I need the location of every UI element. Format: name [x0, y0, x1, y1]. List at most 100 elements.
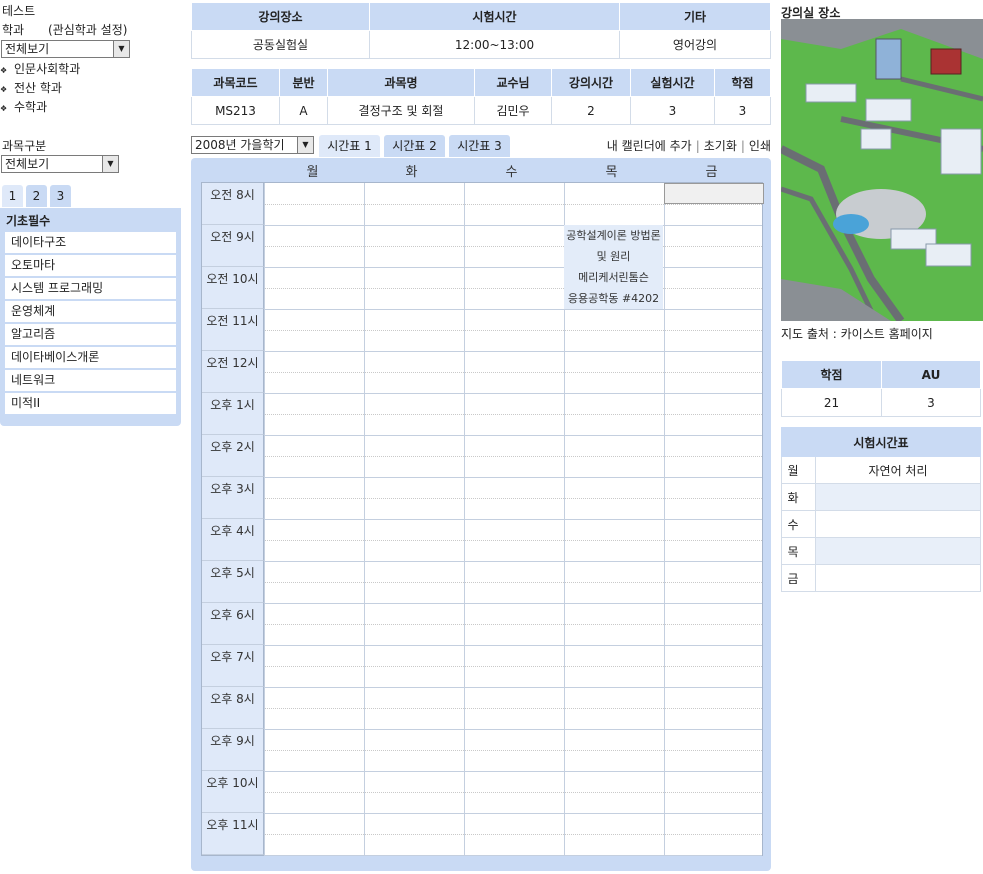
time-label: 오후 9시 — [202, 729, 264, 771]
semester-select[interactable]: 2008년 가을학기 ▼ — [191, 136, 314, 154]
category-select[interactable]: 전체보기 ▼ — [1, 155, 119, 173]
category-select-value: 전체보기 — [5, 157, 50, 171]
col-header: 교수님 — [474, 68, 552, 97]
col-header: 학점 — [714, 68, 771, 97]
page-tab-2[interactable]: 2 — [26, 185, 47, 207]
hour-line — [264, 645, 762, 646]
col-header: 실험시간 — [630, 68, 715, 97]
dept-select[interactable]: 전체보기 ▼ — [1, 40, 130, 58]
day-header-tue: 화 — [405, 165, 418, 180]
chevron-down-icon: ▼ — [102, 156, 118, 172]
exam-entry — [815, 483, 981, 511]
bullet-icon: ❖ — [0, 104, 8, 113]
course-list-item[interactable]: 오토마타 — [5, 255, 176, 276]
time-label: 오후 6시 — [202, 603, 264, 645]
exam-day: 금 — [781, 564, 816, 592]
col-header: 과목코드 — [191, 68, 280, 97]
time-label: 오후 4시 — [202, 519, 264, 561]
table-cell: 결정구조 및 회절 — [327, 96, 475, 125]
bullet-icon: ❖ — [0, 66, 8, 75]
course-list-item[interactable]: 알고리즘 — [5, 324, 176, 345]
exam-entry: 자연어 처리 — [815, 456, 981, 484]
chevron-down-icon: ▼ — [113, 41, 129, 57]
exam-day: 화 — [781, 483, 816, 511]
table-cell: 3 — [714, 96, 771, 125]
day-divider — [664, 183, 665, 855]
hour-line — [264, 351, 762, 352]
half-hour-line — [264, 708, 762, 709]
add-to-calendar-link[interactable]: 내 캘린더에 추가 — [607, 139, 692, 153]
table-cell: A — [279, 96, 328, 125]
time-label: 오후 3시 — [202, 477, 264, 519]
course-list-panel: 기초필수 데이타구조 오토마타 시스템 프로그래밍 운영체계 알고리즘 데이타베… — [0, 208, 181, 426]
course-list-item[interactable]: 데이타구조 — [5, 232, 176, 253]
dept-label: 학과 — [2, 23, 25, 37]
bullet-icon: ❖ — [0, 85, 8, 94]
hour-line — [264, 603, 762, 604]
page-tab-1[interactable]: 1 — [2, 185, 23, 207]
time-label: 오후 5시 — [202, 561, 264, 603]
col-header: 분반 — [279, 68, 328, 97]
class-slot[interactable]: 공학설계이론 방법론 및 원리 메리케서린톰슨 응용공학동 #4202 — [564, 225, 663, 309]
hour-line — [264, 813, 762, 814]
day-divider — [364, 183, 365, 855]
course-list-item[interactable]: 미적II — [5, 393, 176, 414]
hour-line — [264, 225, 762, 226]
campus-map-image — [781, 19, 983, 321]
col-header: 과목명 — [327, 68, 475, 97]
time-label: 오후 1시 — [202, 393, 264, 435]
exam-schedule-title: 시험시간표 — [781, 427, 981, 457]
exam-schedule-table: 시험시간표 월 자연어 처리 화 수 목 금 — [781, 427, 981, 592]
selected-cell[interactable] — [664, 183, 764, 204]
time-label: 오후 2시 — [202, 435, 264, 477]
half-hour-line — [264, 288, 762, 289]
half-hour-line — [264, 414, 762, 415]
course-list-item[interactable]: 데이타베이스개론 — [5, 347, 176, 368]
reset-link[interactable]: 초기화 — [704, 139, 737, 153]
exam-info-table: 강의장소 시험시간 기타 공동실험실 12:00~13:00 영어강의 — [191, 2, 771, 59]
exam-day: 수 — [781, 510, 816, 538]
time-label: 오전 9시 — [202, 225, 264, 267]
day-divider — [464, 183, 465, 855]
print-link[interactable]: 인쇄 — [749, 139, 771, 153]
hour-line — [264, 771, 762, 772]
time-label: 오후 11시 — [202, 813, 264, 855]
course-list-item[interactable]: 시스템 프로그래밍 — [5, 278, 176, 299]
interest-dept-link[interactable]: (관심학과 설정) — [48, 23, 127, 37]
tab-timetable-1[interactable]: 시간표 1 — [319, 135, 380, 157]
half-hour-line — [264, 330, 762, 331]
dept-item[interactable]: ❖ 인문사회학과 — [0, 62, 80, 78]
col-header: 학점 — [781, 360, 882, 389]
col-header: 기타 — [619, 2, 771, 31]
time-label: 오전 12시 — [202, 351, 264, 393]
time-label: 오전 10시 — [202, 267, 264, 309]
dept-item[interactable]: ❖ 수학과 — [0, 100, 47, 116]
hour-line — [264, 855, 762, 856]
half-hour-line — [264, 666, 762, 667]
table-cell: 12:00~13:00 — [369, 30, 620, 59]
course-list-title: 기초필수 — [6, 214, 51, 228]
time-label: 오후 7시 — [202, 645, 264, 687]
time-label: 오후 10시 — [202, 771, 264, 813]
exam-entry — [815, 537, 981, 565]
tab-timetable-2[interactable]: 시간표 2 — [384, 135, 445, 157]
col-header: 강의시간 — [551, 68, 631, 97]
au-value: 3 — [881, 388, 981, 417]
class-slot-line: 응용공학동 #4202 — [567, 292, 660, 305]
hour-line — [264, 309, 762, 310]
dept-item[interactable]: ❖ 전산 학과 — [0, 81, 62, 97]
course-list-item[interactable]: 운영체계 — [5, 301, 176, 322]
hour-line — [264, 561, 762, 562]
time-label: 오후 8시 — [202, 687, 264, 729]
table-cell: MS213 — [191, 96, 280, 125]
day-header-fri: 금 — [705, 165, 718, 180]
hour-line — [264, 477, 762, 478]
tab-timetable-3[interactable]: 시간표 3 — [449, 135, 510, 157]
table-cell: 공동실험실 — [191, 30, 370, 59]
time-label: 오전 11시 — [202, 309, 264, 351]
table-cell: 3 — [630, 96, 715, 125]
timetable-grid[interactable]: 오전 8시 오전 9시 오전 10시 오전 11시 오전 12시 오후 1시 오후 2시 오후… — [201, 182, 764, 856]
half-hour-line — [264, 246, 762, 247]
page-tab-3[interactable]: 3 — [50, 185, 71, 207]
course-list-item[interactable]: 네트워크 — [5, 370, 176, 391]
